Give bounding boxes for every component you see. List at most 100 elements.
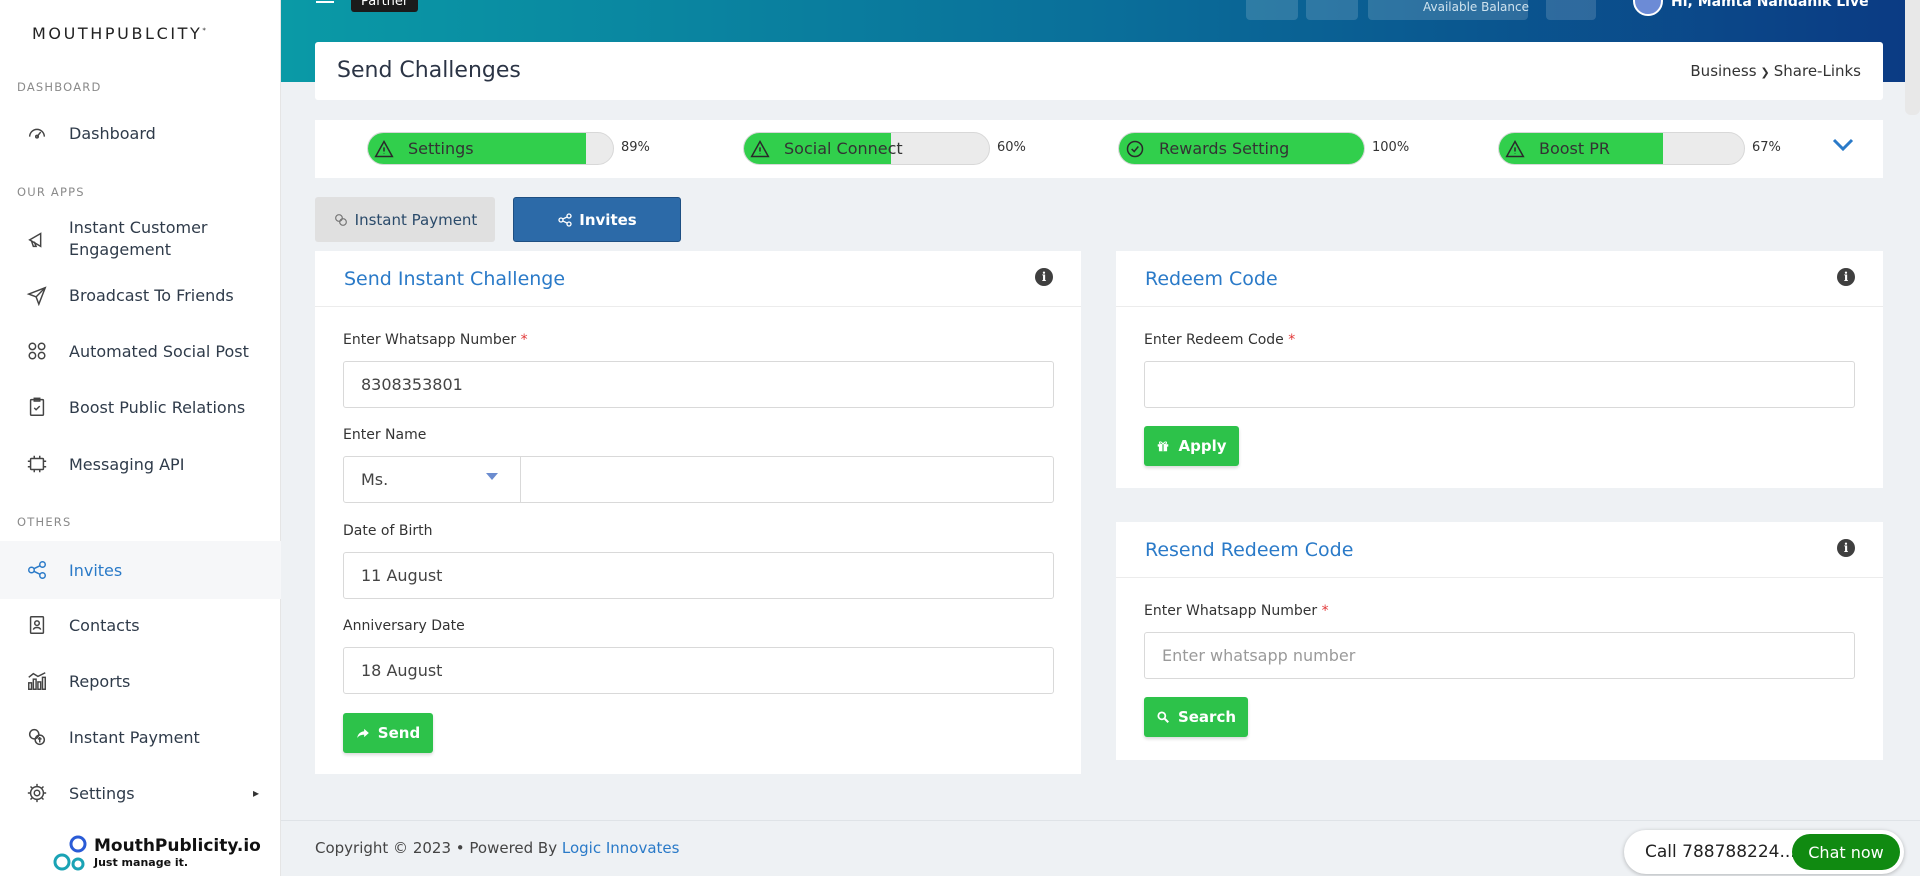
required-asterisk: *	[1288, 332, 1296, 348]
card-title: Redeem Code	[1145, 268, 1278, 290]
sidebar-item-label: Boost Public Relations	[69, 397, 246, 417]
name-label: Enter Name	[343, 427, 427, 443]
info-icon[interactable]: i	[1837, 539, 1855, 557]
tab-label: Instant Payment	[354, 210, 478, 229]
card-title: Send Instant Challenge	[344, 268, 566, 290]
resend-redeem-code-card: Resend Redeem Code i Enter Whatsapp Numb…	[1116, 522, 1883, 760]
hamburger-menu-icon[interactable]	[316, 0, 334, 8]
partner-badge[interactable]: Partner	[351, 0, 419, 12]
speedometer-icon	[25, 121, 49, 145]
placeholder-text: Enter whatsapp number	[1162, 646, 1356, 665]
sidebar-item-dashboard[interactable]: Dashboard	[0, 112, 281, 154]
megaphone-icon	[25, 227, 49, 251]
call-number[interactable]: Call 788788224...	[1645, 842, 1796, 862]
label-text: Enter Whatsapp Number	[1144, 603, 1318, 619]
progress-social-connect[interactable]: Social Connect	[743, 132, 990, 165]
sidebar-item-boost-pr[interactable]: Boost Public Relations	[0, 386, 281, 428]
breadcrumb-item-business[interactable]: Business	[1690, 62, 1756, 80]
sidebar-item-instant-customer-engagement[interactable]: Instant Customer Engagement	[0, 214, 281, 264]
setup-progress: Settings 89% Social Connect 60% Rewards …	[315, 120, 1883, 178]
qr-button[interactable]	[1246, 0, 1298, 20]
anniversary-input[interactable]: 18 August	[343, 647, 1054, 694]
info-icon[interactable]: i	[1837, 268, 1855, 286]
progress-percent: 89%	[621, 140, 650, 155]
search-button[interactable]: Search	[1144, 697, 1248, 737]
search-icon	[1157, 711, 1169, 723]
sidebar-item-settings[interactable]: Settings ▸	[0, 772, 281, 814]
salutation-value: Ms.	[361, 470, 389, 489]
api-icon	[25, 452, 49, 476]
chat-now-button[interactable]: Chat now	[1792, 834, 1900, 870]
breadcrumb: Business ❯ Share-Links	[1690, 62, 1861, 80]
sidebar-item-label: Contacts	[69, 615, 140, 635]
info-icon[interactable]: i	[1035, 268, 1053, 286]
warning-icon	[1505, 139, 1525, 157]
chevron-down-icon[interactable]	[1832, 138, 1854, 152]
caret-down-icon	[486, 473, 498, 480]
button-label: Apply	[1178, 437, 1227, 455]
gear-icon	[25, 781, 49, 805]
progress-rewards-setting[interactable]: Rewards Setting	[1118, 132, 1365, 165]
warning-icon	[374, 139, 394, 157]
sidebar-item-invites[interactable]: Invites	[0, 541, 281, 599]
divider	[1116, 577, 1883, 578]
sidebar-item-messaging-api[interactable]: Messaging API	[0, 443, 281, 485]
send-button[interactable]: Send	[343, 713, 433, 753]
sidebar-item-reports[interactable]: Reports	[0, 660, 281, 702]
notification-button[interactable]	[1546, 0, 1596, 20]
check-circle-icon	[1126, 140, 1144, 157]
clipboard-icon	[25, 395, 49, 419]
salutation-select[interactable]: Ms.	[343, 456, 521, 503]
progress-percent: 100%	[1372, 140, 1410, 155]
redeem-code-input[interactable]	[1144, 361, 1855, 408]
whatsapp-input[interactable]: 8308353801	[343, 361, 1054, 408]
sidebar-item-label: Reports	[69, 671, 131, 691]
progress-label: Rewards Setting	[1159, 139, 1290, 158]
progress-boost-pr[interactable]: Boost PR	[1498, 132, 1745, 165]
sidebar-item-contacts[interactable]: Contacts	[0, 604, 281, 646]
chevron-right-icon: ▸	[252, 786, 259, 800]
progress-percent: 60%	[997, 140, 1026, 155]
mouthpublicity-logo-icon	[53, 835, 87, 871]
brand-logo[interactable]: MOUTHPUBLCITY*	[32, 24, 209, 43]
card-title: Resend Redeem Code	[1145, 539, 1354, 561]
sidebar-item-broadcast[interactable]: Broadcast To Friends	[0, 274, 281, 316]
send-icon	[25, 283, 49, 307]
redeem-code-card: Redeem Code i Enter Redeem Code * Apply	[1116, 251, 1883, 488]
name-input[interactable]	[520, 456, 1054, 503]
redeem-code-label: Enter Redeem Code *	[1144, 332, 1295, 348]
user-greeting[interactable]: Hi, Mamta Nandanik Live	[1671, 0, 1869, 10]
share-icon	[25, 558, 49, 582]
copyright-text: Copyright © 2023 • Powered By	[315, 839, 562, 857]
progress-settings[interactable]: Settings	[367, 132, 614, 165]
footer-logo: MouthPublicity.io Just manage it.	[52, 834, 261, 872]
tab-invites[interactable]: Invites	[513, 197, 681, 242]
progress-label: Boost PR	[1539, 139, 1611, 158]
tab-instant-payment[interactable]: Instant Payment	[315, 197, 495, 242]
partner-label: Partner	[361, 0, 409, 9]
breadcrumb-item-share-links: Share-Links	[1773, 62, 1861, 80]
logo-tagline: Just manage it.	[94, 856, 189, 869]
avatar[interactable]	[1633, 0, 1663, 16]
resend-whatsapp-input[interactable]: Enter whatsapp number	[1144, 632, 1855, 679]
divider	[315, 306, 1081, 307]
sidebar-item-automated-social-post[interactable]: Automated Social Post	[0, 330, 281, 372]
copyright: Copyright © 2023 • Powered By Logic Inno…	[315, 839, 679, 857]
sidebar-item-instant-payment[interactable]: Instant Payment	[0, 716, 281, 758]
button-label: Send	[377, 724, 421, 742]
required-asterisk: *	[1321, 603, 1329, 619]
logo-title: MouthPublicity.io	[94, 836, 261, 856]
call-chat-widget: Call 788788224... Chat now	[1624, 830, 1904, 874]
warning-icon	[750, 139, 770, 157]
apply-button[interactable]: Apply	[1144, 426, 1239, 466]
dob-value: 11 August	[361, 566, 443, 585]
payment-icon	[25, 725, 49, 749]
dob-input[interactable]: 11 August	[343, 552, 1054, 599]
sidebar-item-label: Instant Payment	[69, 727, 200, 747]
scrollbar[interactable]	[1905, 0, 1920, 115]
required-asterisk: *	[520, 332, 528, 348]
sidebar-item-label: Automated Social Post	[69, 341, 249, 361]
logic-innovates-link[interactable]: Logic Innovates	[562, 839, 680, 857]
search-button[interactable]	[1306, 0, 1358, 20]
section-dashboard: DASHBOARD	[17, 80, 102, 94]
